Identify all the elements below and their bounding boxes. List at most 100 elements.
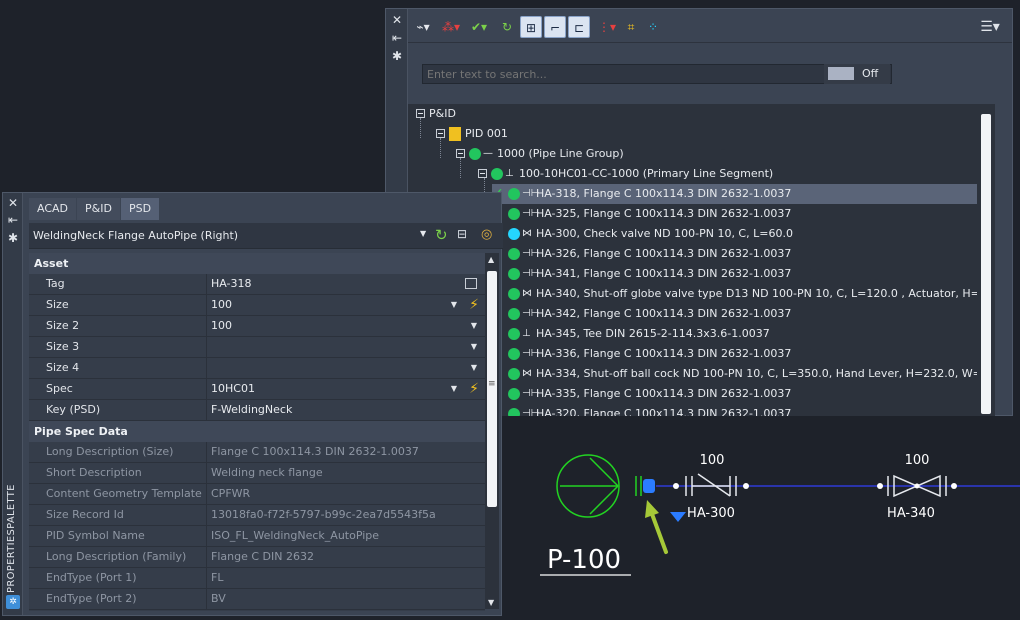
collapse-icon[interactable] [436, 128, 445, 138]
property-row[interactable]: Long Description (Size) Flange C 100x114.… [29, 442, 485, 463]
menu-icon[interactable]: ☰▾ [978, 17, 1002, 37]
property-row[interactable]: Content Geometry Template CPFWR [29, 484, 485, 505]
property-value: Welding neck flange [211, 466, 323, 479]
toggle-switch[interactable] [828, 67, 854, 80]
property-row[interactable]: Size 4 ▼ [29, 358, 485, 379]
segment-symbol-icon: ⊥ [505, 168, 514, 179]
property-value[interactable]: 10HC01 [207, 379, 485, 399]
object-type-name: WeldingNeck Flange AutoPipe (Right) [33, 229, 239, 242]
status-dot-icon [508, 268, 520, 280]
chevron-down-icon[interactable]: ▼ [420, 229, 426, 238]
property-value: BV [211, 592, 226, 605]
tree-node-line-segment[interactable]: ⊥ 100-10HC01-CC-1000 (Primary Line Segmen… [478, 164, 773, 184]
collapse-icon[interactable] [416, 108, 425, 118]
property-row[interactable]: Size 100 ▼ ⚡ [29, 295, 485, 316]
filter-toggle[interactable]: Off [824, 64, 890, 84]
property-row[interactable]: Short Description Welding neck flange [29, 463, 485, 484]
tag-icon[interactable]: ⌗ [620, 16, 642, 38]
property-row[interactable]: Size 2 100 ▼ [29, 316, 485, 337]
tree-node-component[interactable]: ✓⋈HA-340, Shut-off globe valve type D13 … [492, 284, 995, 304]
lightning-icon[interactable]: ⚡ [469, 295, 479, 315]
tree-node-component[interactable]: ✓⋈HA-300, Check valve ND 100-PN 10, C, L… [492, 224, 793, 244]
settings-icon[interactable]: ✱ [6, 231, 20, 245]
tab-acad[interactable]: ACAD [29, 198, 77, 220]
tree-node-component[interactable]: ✓⊣⊢HA-342, Flange C 100x114.3 DIN 2632-1… [492, 304, 791, 324]
tree-view-icon[interactable]: ⊞ [520, 16, 542, 38]
property-row[interactable]: Size 3 ▼ [29, 337, 485, 358]
color-dots-icon[interactable]: ⁂▾ [438, 16, 464, 38]
network-icon[interactable]: ⁘ [642, 16, 664, 38]
tab-pid[interactable]: P&ID [77, 198, 120, 220]
property-row[interactable]: Spec 10HC01 ▼ ⚡ [29, 379, 485, 400]
tree-node-component[interactable]: ✓⊥HA-345, Tee DIN 2615-2-114.3x3.6-1.003… [492, 324, 770, 344]
tab-psd[interactable]: PSD [120, 198, 160, 220]
settings-icon[interactable]: ✱ [390, 49, 404, 63]
refresh-icon[interactable]: ↻ [496, 16, 518, 38]
line-tool-icon[interactable]: ⌁▾ [410, 16, 436, 38]
dropdown-arrow-icon[interactable]: ▼ [471, 358, 477, 378]
dropdown-arrow-icon[interactable]: ▼ [471, 316, 477, 336]
tree-node-component[interactable]: ✓⋈HA-334, Shut-off ball cock ND 100-PN 1… [492, 364, 995, 384]
property-value[interactable]: 100 [207, 295, 485, 315]
tree-node-component[interactable]: ✓⊣⊢HA-318, Flange C 100x114.3 DIN 2632-1… [492, 184, 994, 204]
property-value[interactable] [207, 337, 485, 357]
validate-icon[interactable]: ✔▾ [466, 16, 492, 38]
sync-icon[interactable]: ↻ [435, 226, 448, 244]
property-key: Size 3 [29, 337, 207, 357]
dropdown-arrow-icon[interactable]: ▼ [451, 379, 457, 399]
line-symbol-icon: — [483, 148, 493, 159]
property-value[interactable]: F-WeldingNeck [207, 400, 485, 420]
property-key: Size 2 [29, 316, 207, 336]
pm-toolbar: ⌁▾ ⁂▾ ✔▾ ↻ ⊞ ⌐ ⊏ ⋮▾ ⌗ ⁘ ☰▾ [408, 9, 1012, 43]
tree-node-component[interactable]: ✓⊣⊢HA-341, Flange C 100x114.3 DIN 2632-1… [492, 264, 791, 284]
close-icon[interactable]: ✕ [390, 13, 404, 27]
property-row[interactable]: Long Description (Family) Flange C DIN 26… [29, 547, 485, 568]
section-header[interactable]: Asset [29, 253, 485, 274]
scroll-up-icon[interactable]: ▲ [488, 255, 494, 264]
collapse-icon[interactable] [456, 148, 465, 158]
object-type-selector[interactable]: WeldingNeck Flange AutoPipe (Right) ▼ ↻ … [29, 223, 503, 249]
valve-symbol-icon: ⋈ [522, 368, 532, 379]
property-row[interactable]: Size Record Id 13018fa0-f72f-5797-b99c-2e… [29, 505, 485, 526]
scroll-down-icon[interactable]: ▼ [488, 598, 494, 607]
property-value[interactable]: 100 [207, 316, 485, 336]
auto-hide-icon[interactable]: ⇤ [390, 31, 404, 45]
tree-node-component[interactable]: ✓⊣⊢HA-325, Flange C 100x114.3 DIN 2632-1… [492, 204, 791, 224]
property-value: Flange C DIN 2632 [211, 550, 314, 563]
hierarchy-view-icon[interactable]: ⊏ [568, 16, 590, 38]
edit-box-icon[interactable] [465, 278, 477, 289]
tree-scrollbar-thumb[interactable] [981, 114, 991, 414]
tree-node-drawing[interactable]: PID 001 [436, 124, 508, 144]
properties-scrollbar[interactable]: ▲ ≡ ▼ [485, 253, 499, 609]
auto-hide-icon[interactable]: ⇤ [6, 213, 20, 227]
properties-scrollbar-thumb[interactable] [487, 271, 497, 507]
tree-node-component[interactable]: ✓⊣⊢HA-335, Flange C 100x114.3 DIN 2632-1… [492, 384, 791, 404]
filter-tree-icon[interactable]: ⋮▾ [594, 16, 620, 38]
property-row[interactable]: EndType (Port 1) FL [29, 568, 485, 589]
property-value[interactable] [207, 358, 485, 378]
tree-node-component[interactable]: ✓⊣⊢HA-320, Flange C 100x114.3 DIN 2632-1… [492, 404, 791, 416]
tree-scrollbar[interactable] [977, 104, 995, 416]
search-input[interactable] [423, 65, 793, 83]
toggle-pickadd-icon[interactable]: ◎ [481, 227, 492, 242]
collapse-icon[interactable] [478, 168, 487, 178]
tree-node-line-group[interactable]: —1000 (Pipe Line Group) [456, 144, 624, 164]
tree-node-component[interactable]: ✓⊣⊢HA-326, Flange C 100x114.3 DIN 2632-1… [492, 244, 791, 264]
dropdown-arrow-icon[interactable]: ▼ [451, 295, 457, 315]
property-row[interactable]: Tag HA-318 [29, 274, 485, 295]
quick-select-icon[interactable]: ⊟ [457, 227, 467, 241]
connect-view-icon[interactable]: ⌐ [544, 16, 566, 38]
tree-node-pid-root[interactable]: P&ID [416, 104, 456, 124]
lightning-icon[interactable]: ⚡ [469, 379, 479, 399]
property-row[interactable]: EndType (Port 2) BV [29, 589, 485, 610]
property-value[interactable]: HA-318 [207, 274, 485, 294]
valve1-size-label: 100 [700, 453, 725, 468]
pp-side-strip: ✕ ⇤ ✱ PROPERTIESPALETTE ✲ [3, 193, 23, 615]
close-icon[interactable]: ✕ [6, 196, 20, 210]
tree-node-component[interactable]: ✓⊣⊢HA-336, Flange C 100x114.3 DIN 2632-1… [492, 344, 791, 364]
property-row[interactable]: PID Symbol Name ISO_FL_WeldingNeck_AutoPi… [29, 526, 485, 547]
property-key: PID Symbol Name [29, 526, 207, 546]
dropdown-arrow-icon[interactable]: ▼ [471, 337, 477, 357]
section-header[interactable]: Pipe Spec Data [29, 421, 485, 442]
property-row[interactable]: Key (PSD) F-WeldingNeck [29, 400, 485, 421]
